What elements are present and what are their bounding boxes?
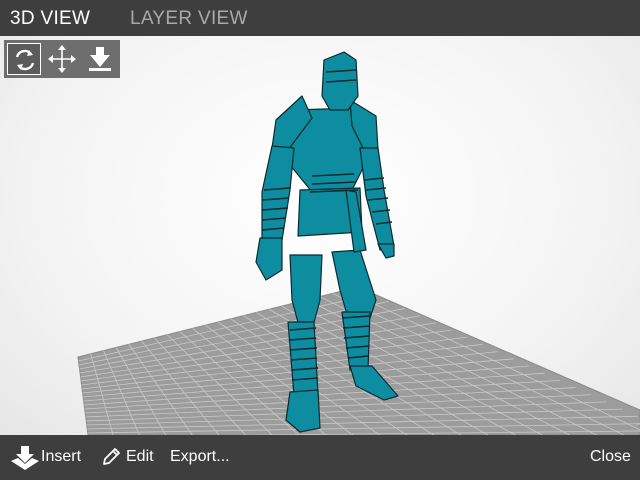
lay-flat-tool-button[interactable] — [83, 43, 117, 75]
scene-canvas — [77, 51, 640, 435]
tab-layer-view[interactable]: LAYER VIEW — [130, 8, 248, 30]
bottom-bar: Insert Edit Export... Close — [0, 435, 640, 480]
export-button[interactable]: Export... — [170, 448, 230, 466]
3d-viewport[interactable] — [0, 36, 640, 435]
move-icon — [48, 45, 76, 73]
pencil-icon[interactable] — [100, 446, 122, 468]
rotate-icon — [15, 49, 35, 71]
move-tool-button[interactable] — [45, 43, 79, 75]
insert-button[interactable]: Insert — [41, 448, 81, 466]
rotate-tool-button[interactable] — [7, 43, 41, 75]
view-tool-selector — [4, 40, 120, 78]
close-button[interactable]: Close — [590, 448, 631, 466]
tab-3d-view[interactable]: 3D VIEW — [10, 8, 90, 30]
edit-button[interactable]: Edit — [126, 448, 154, 466]
insert-icon[interactable] — [9, 444, 41, 472]
top-bar: 3D VIEW LAYER VIEW — [0, 0, 640, 36]
lay-flat-icon — [89, 47, 111, 71]
